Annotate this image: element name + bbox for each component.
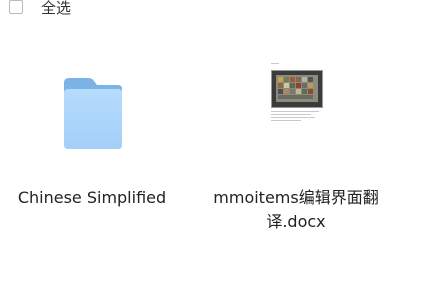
doc-text-line [271, 63, 279, 64]
file-item-folder[interactable]: Chinese Simplified [0, 52, 192, 210]
document-thumbnail [246, 52, 346, 152]
doc-text-line [271, 117, 315, 118]
doc-text-line [271, 120, 301, 121]
select-all-checkbox[interactable] [9, 0, 23, 14]
doc-text-line [271, 114, 311, 115]
doc-text-line [271, 111, 319, 112]
select-all-label: 全选 [41, 0, 72, 17]
file-name: mmoitems编辑界面翻译.docx [213, 188, 379, 231]
file-name: Chinese Simplified [17, 188, 167, 207]
file-browser: 全选 Chinese Simplified mmoitems编辑界面翻译.doc… [0, 0, 446, 304]
select-all-control[interactable]: 全选 [9, 0, 71, 20]
file-item-docx[interactable]: mmoitems编辑界面翻译.docx [196, 52, 396, 234]
doc-page [268, 61, 326, 127]
doc-embedded-image [271, 70, 323, 108]
folder-icon [42, 52, 142, 152]
